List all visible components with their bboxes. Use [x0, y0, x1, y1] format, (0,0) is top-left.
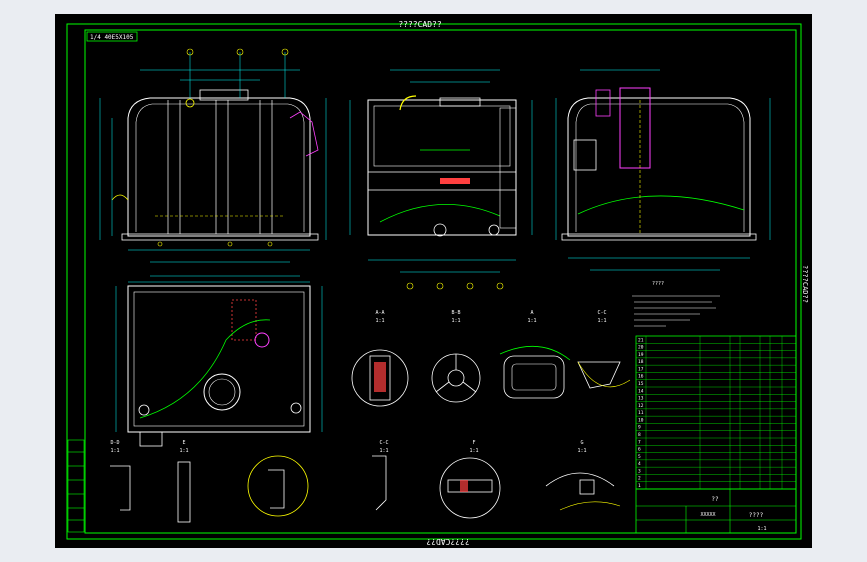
title-block-c: XXXXX — [700, 512, 715, 518]
bom-row-number: 15 — [638, 381, 644, 387]
bom-row-number: 10 — [638, 417, 644, 423]
title-block-b: ???? — [749, 512, 764, 519]
bom-row-number: 13 — [638, 396, 644, 402]
section-label-3: A — [530, 310, 533, 316]
section-label-7: C-C — [379, 440, 388, 446]
bom-row-number: 14 — [638, 388, 644, 394]
bom-row-number: 12 — [638, 403, 644, 409]
bom-row-number: 5 — [638, 454, 641, 460]
section-scale-3: 1:1 — [527, 318, 536, 324]
bottom-title: ????CAD?? — [426, 537, 470, 546]
bom-row-number: 16 — [638, 374, 644, 380]
bom-row-number: 3 — [638, 468, 641, 474]
drawing-canvas — [55, 14, 812, 548]
bom-row-number: 18 — [638, 359, 644, 365]
bom-row-number: 11 — [638, 410, 644, 416]
bom-row-number: 19 — [638, 352, 644, 358]
section-label-1: A-A — [375, 310, 384, 316]
section-label-4: C-C — [597, 310, 606, 316]
cad-viewport: ????CAD?? ????CAD?? ????CAD?? 1/4 40E5X1… — [55, 14, 812, 548]
section-scale-6: 1:1 — [179, 448, 188, 454]
top-title: ????CAD?? — [398, 20, 442, 29]
bom-row-number: 1 — [638, 483, 641, 489]
section-scale-5: 1:1 — [110, 448, 119, 454]
bom-row-number: 8 — [638, 432, 641, 438]
section-scale-8: 1:1 — [469, 448, 478, 454]
bom-row-number: 7 — [638, 439, 641, 445]
bom-row-number: 20 — [638, 345, 644, 351]
tech-notes-title: ???? — [652, 281, 664, 287]
stamp-text: 1/4 40E5X105 — [90, 34, 134, 41]
section-label-5: D-D — [110, 440, 119, 446]
section-label-9: G — [580, 440, 583, 446]
section-scale-7: 1:1 — [379, 448, 388, 454]
bom-row-number: 9 — [638, 425, 641, 431]
bom-row-number: 4 — [638, 461, 641, 467]
section-scale-4: 1:1 — [597, 318, 606, 324]
bom-row-number: 2 — [638, 476, 641, 482]
bom-row-number: 17 — [638, 366, 644, 372]
section-label-8: F — [472, 440, 475, 446]
section-scale-1: 1:1 — [375, 318, 384, 324]
section-label-2: B-B — [451, 310, 460, 316]
bom-row-number: 21 — [638, 337, 644, 343]
section-scale-2: 1:1 — [451, 318, 460, 324]
section-label-6: E — [182, 440, 185, 446]
bom-row-number: 6 — [638, 447, 641, 453]
side-label: ????CAD?? — [801, 265, 809, 303]
title-block-d: 1:1 — [757, 526, 766, 532]
title-block-a: ?? — [711, 496, 719, 503]
section-scale-9: 1:1 — [577, 448, 586, 454]
